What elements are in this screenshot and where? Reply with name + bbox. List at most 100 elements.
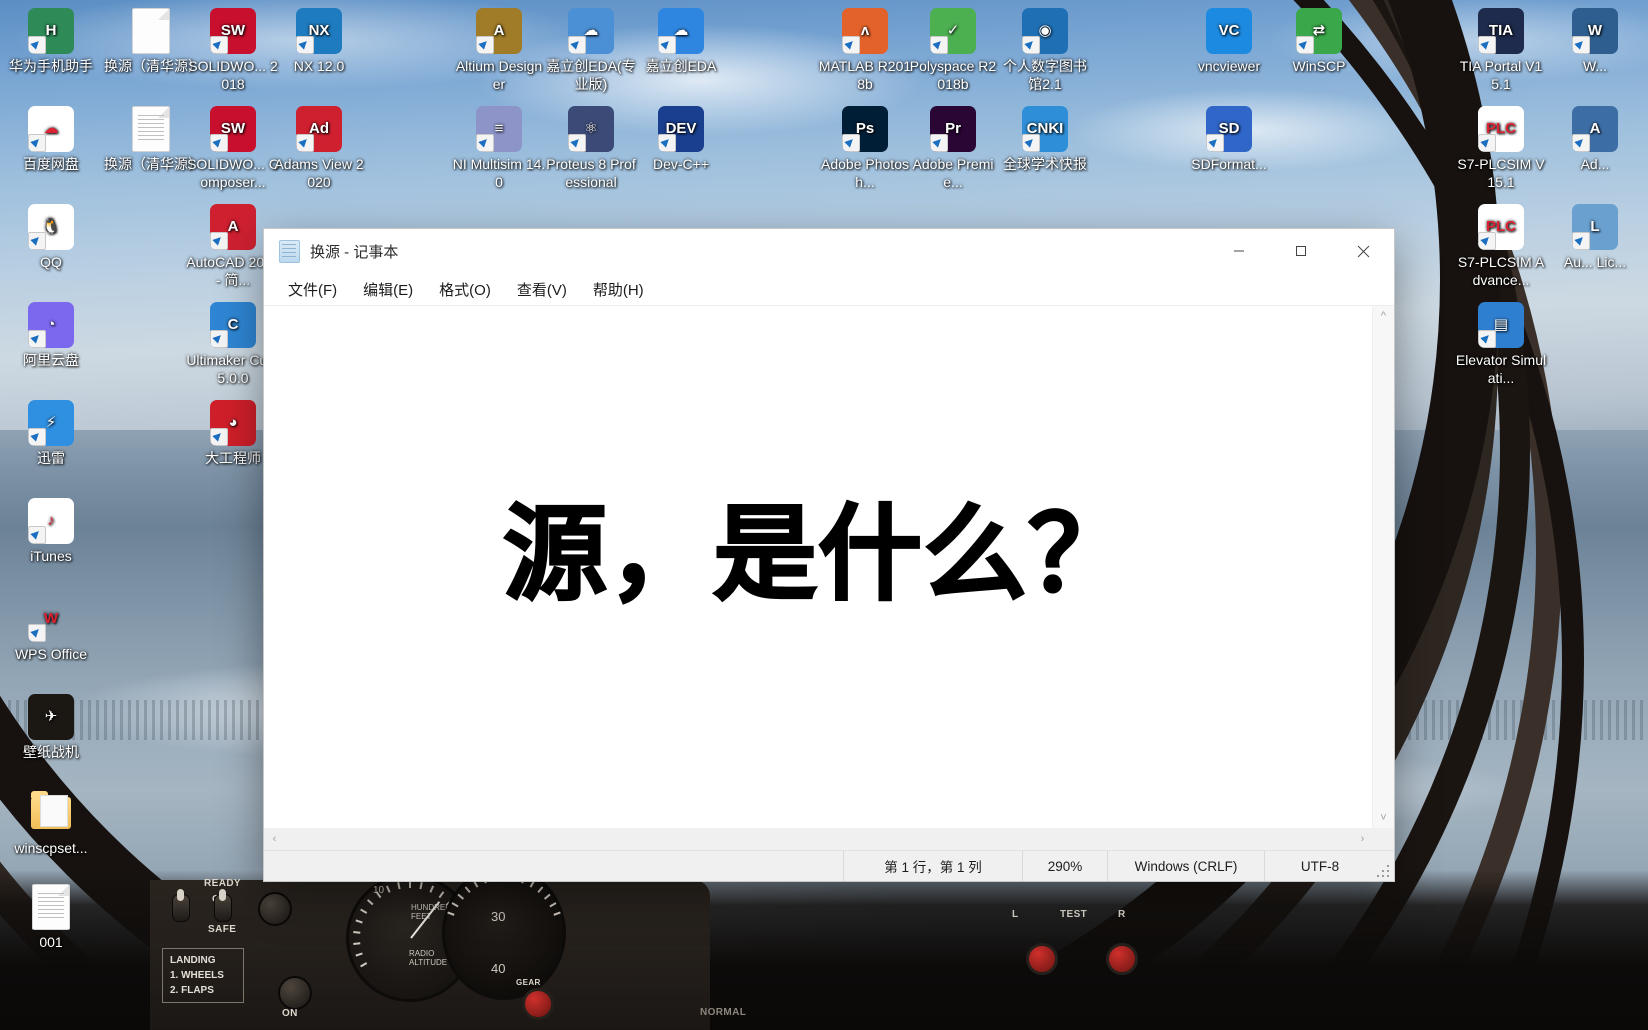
resize-grip-icon[interactable] xyxy=(1375,863,1391,879)
desktop-icon[interactable]: ⇄ WinSCP xyxy=(1272,8,1366,75)
desktop-icon-label: Adobe Premie... xyxy=(912,156,994,190)
horizontal-scrollbar[interactable]: ‹ › xyxy=(264,828,1373,850)
desktop-icon-label: 全球学术快报 xyxy=(1003,156,1087,172)
desktop-icon[interactable]: ◉ 个人数字图书馆2.1 xyxy=(998,8,1092,93)
desktop-icon[interactable]: NX NX 12.0 xyxy=(272,8,366,75)
desktop-icon[interactable]: ☁ 嘉立创EDA(专业版) xyxy=(544,8,638,93)
desktop-icon-label: Altium Designer xyxy=(455,58,543,92)
desktop-icon[interactable]: Ps Adobe Photosh... xyxy=(818,106,912,191)
desktop-icon[interactable]: ☁ 嘉立创EDA xyxy=(634,8,728,75)
desktop-icon[interactable]: ʌ MATLAB R2018b xyxy=(818,8,912,93)
app-icon: 🐧 xyxy=(28,204,74,250)
desktop-icon[interactable]: ✓ Polyspace R2018b xyxy=(906,8,1000,93)
horizontal-scroll-track[interactable] xyxy=(285,828,1352,850)
menu-format[interactable]: 格式(O) xyxy=(429,276,501,303)
notepad-statusbar: 第 1 行，第 1 列 290% Windows (CRLF) UTF-8 xyxy=(264,850,1394,881)
app-icon: Ad xyxy=(296,106,342,152)
menu-view[interactable]: 查看(V) xyxy=(507,276,577,303)
desktop-icon[interactable]: H 华为手机助手 xyxy=(4,8,98,75)
desktop-icon[interactable]: SD SDFormat... xyxy=(1182,106,1276,173)
app-icon: A xyxy=(210,204,256,250)
desktop-icon-label: Adams View 2020 xyxy=(274,156,364,190)
scrollbar-corner xyxy=(1373,828,1394,850)
desktop-icon-label: Adobe Photosh... xyxy=(821,156,909,190)
shortcut-overlay-icon xyxy=(1296,36,1314,54)
chevron-right-icon[interactable]: › xyxy=(1352,829,1373,849)
app-icon: W xyxy=(1572,8,1618,54)
shortcut-overlay-icon xyxy=(210,330,228,348)
desktop-icon[interactable]: ☁ 百度网盘 xyxy=(4,106,98,173)
desktop-icon[interactable]: A Ad... xyxy=(1548,106,1642,173)
chevron-up-icon[interactable]: ^ xyxy=(1373,306,1394,326)
shortcut-overlay-icon xyxy=(1478,134,1496,152)
app-icon: SW xyxy=(210,8,256,54)
desktop-icon-label: iTunes xyxy=(30,548,72,564)
shortcut-overlay-icon xyxy=(28,624,46,642)
close-button[interactable] xyxy=(1332,229,1394,273)
desktop-icon[interactable]: ♪ iTunes xyxy=(4,498,98,565)
desktop-icon[interactable]: SW SOLIDWO... Composer... xyxy=(186,106,280,191)
desktop-icon[interactable]: winscpset... xyxy=(4,790,98,857)
desktop-icon-label: 华为手机助手 xyxy=(9,58,93,74)
shortcut-overlay-icon xyxy=(28,36,46,54)
window-controls xyxy=(1208,229,1394,273)
desktop-icon[interactable]: Ad Adams View 2020 xyxy=(272,106,366,191)
maximize-button[interactable] xyxy=(1270,229,1332,273)
menu-edit[interactable]: 编辑(E) xyxy=(353,276,423,303)
desktop-icon[interactable]: ⚡ 迅雷 xyxy=(4,400,98,467)
text-editor-area[interactable]: 源，是什么？ xyxy=(264,306,1372,828)
shortcut-overlay-icon xyxy=(658,134,676,152)
notepad-window[interactable]: 换源 - 记事本 文件(F) 编辑(E) 格式(O) 查看(V) 帮助(H) 源… xyxy=(264,229,1394,881)
desktop-icon[interactable]: ▤ Elevator Simulati... xyxy=(1454,302,1548,387)
menu-file[interactable]: 文件(F) xyxy=(278,276,347,303)
minimize-button[interactable] xyxy=(1208,229,1270,273)
desktop-icon[interactable]: 换源（清华源） xyxy=(104,106,202,173)
maximize-icon xyxy=(1296,246,1306,256)
desktop-icon-label: S7-PLCSIM Advance... xyxy=(1457,254,1545,288)
shortcut-overlay-icon xyxy=(658,36,676,54)
menu-help[interactable]: 帮助(H) xyxy=(583,276,654,303)
desktop-icon[interactable]: W WPS Office xyxy=(4,596,98,663)
desktop-icon[interactable]: DEV Dev-C++ xyxy=(634,106,728,173)
app-icon: ☁ xyxy=(568,8,614,54)
status-encoding[interactable]: UTF-8 xyxy=(1265,851,1375,881)
shortcut-overlay-icon xyxy=(1478,330,1496,348)
desktop-icon[interactable]: PLC S7-PLCSIM Advance... xyxy=(1454,204,1548,289)
desktop-icon[interactable]: W W... xyxy=(1548,8,1642,75)
desktop-icon[interactable]: TIA TIA Portal V15.1 xyxy=(1454,8,1548,93)
app-icon: ≡ xyxy=(476,106,522,152)
shortcut-overlay-icon xyxy=(1206,134,1224,152)
desktop-icon[interactable]: A Altium Designer xyxy=(452,8,546,93)
status-cursor-position: 第 1 行，第 1 列 xyxy=(884,860,982,875)
status-line-ending[interactable]: Windows (CRLF) xyxy=(1108,851,1264,881)
desktop-icon[interactable]: ≡ NI Multisim 14.0 xyxy=(452,106,546,191)
vertical-scroll-track[interactable] xyxy=(1373,326,1394,808)
desktop-icon[interactable]: 001 xyxy=(4,884,98,951)
desktop-icon[interactable]: CNKI 全球学术快报 xyxy=(998,106,1092,173)
shortcut-overlay-icon xyxy=(28,330,46,348)
desktop-icon[interactable]: SW SOLIDWO... 2018 xyxy=(186,8,280,93)
desktop-icon[interactable]: 换源（清华源） xyxy=(104,8,202,75)
text-document-icon xyxy=(128,106,174,152)
desktop-icon[interactable]: 🐧 QQ xyxy=(4,204,98,271)
chevron-left-icon[interactable]: ‹ xyxy=(264,829,285,849)
desktop-icon[interactable]: Pr Adobe Premie... xyxy=(906,106,1000,191)
app-icon: ♪ xyxy=(28,498,74,544)
notepad-titlebar[interactable]: 换源 - 记事本 xyxy=(264,229,1394,273)
desktop-icon[interactable]: VC vncviewer xyxy=(1182,8,1276,75)
desktop-icon[interactable]: ◔ 阿里云盘 xyxy=(4,302,98,369)
desktop-icon[interactable]: L Au... Lic... xyxy=(1548,204,1642,271)
desktop-icon[interactable]: ✈ 壁纸战机 xyxy=(4,694,98,761)
chevron-down-icon[interactable]: ˅ xyxy=(1373,808,1394,828)
app-icon: A xyxy=(476,8,522,54)
app-icon: C xyxy=(210,302,256,348)
app-icon: ☁ xyxy=(658,8,704,54)
desktop-icon[interactable]: ⚛ Proteus 8 Professional xyxy=(544,106,638,191)
notepad-body: 源，是什么？ ^ ˅ xyxy=(264,305,1394,828)
desktop-icon-label: Dev-C++ xyxy=(652,156,710,172)
shortcut-overlay-icon xyxy=(28,526,46,544)
vertical-scrollbar[interactable]: ^ ˅ xyxy=(1372,306,1394,828)
shortcut-overlay-icon xyxy=(210,134,228,152)
status-zoom-level[interactable]: 290% xyxy=(1023,851,1107,881)
desktop-icon[interactable]: PLC S7-PLCSIM V15.1 xyxy=(1454,106,1548,191)
